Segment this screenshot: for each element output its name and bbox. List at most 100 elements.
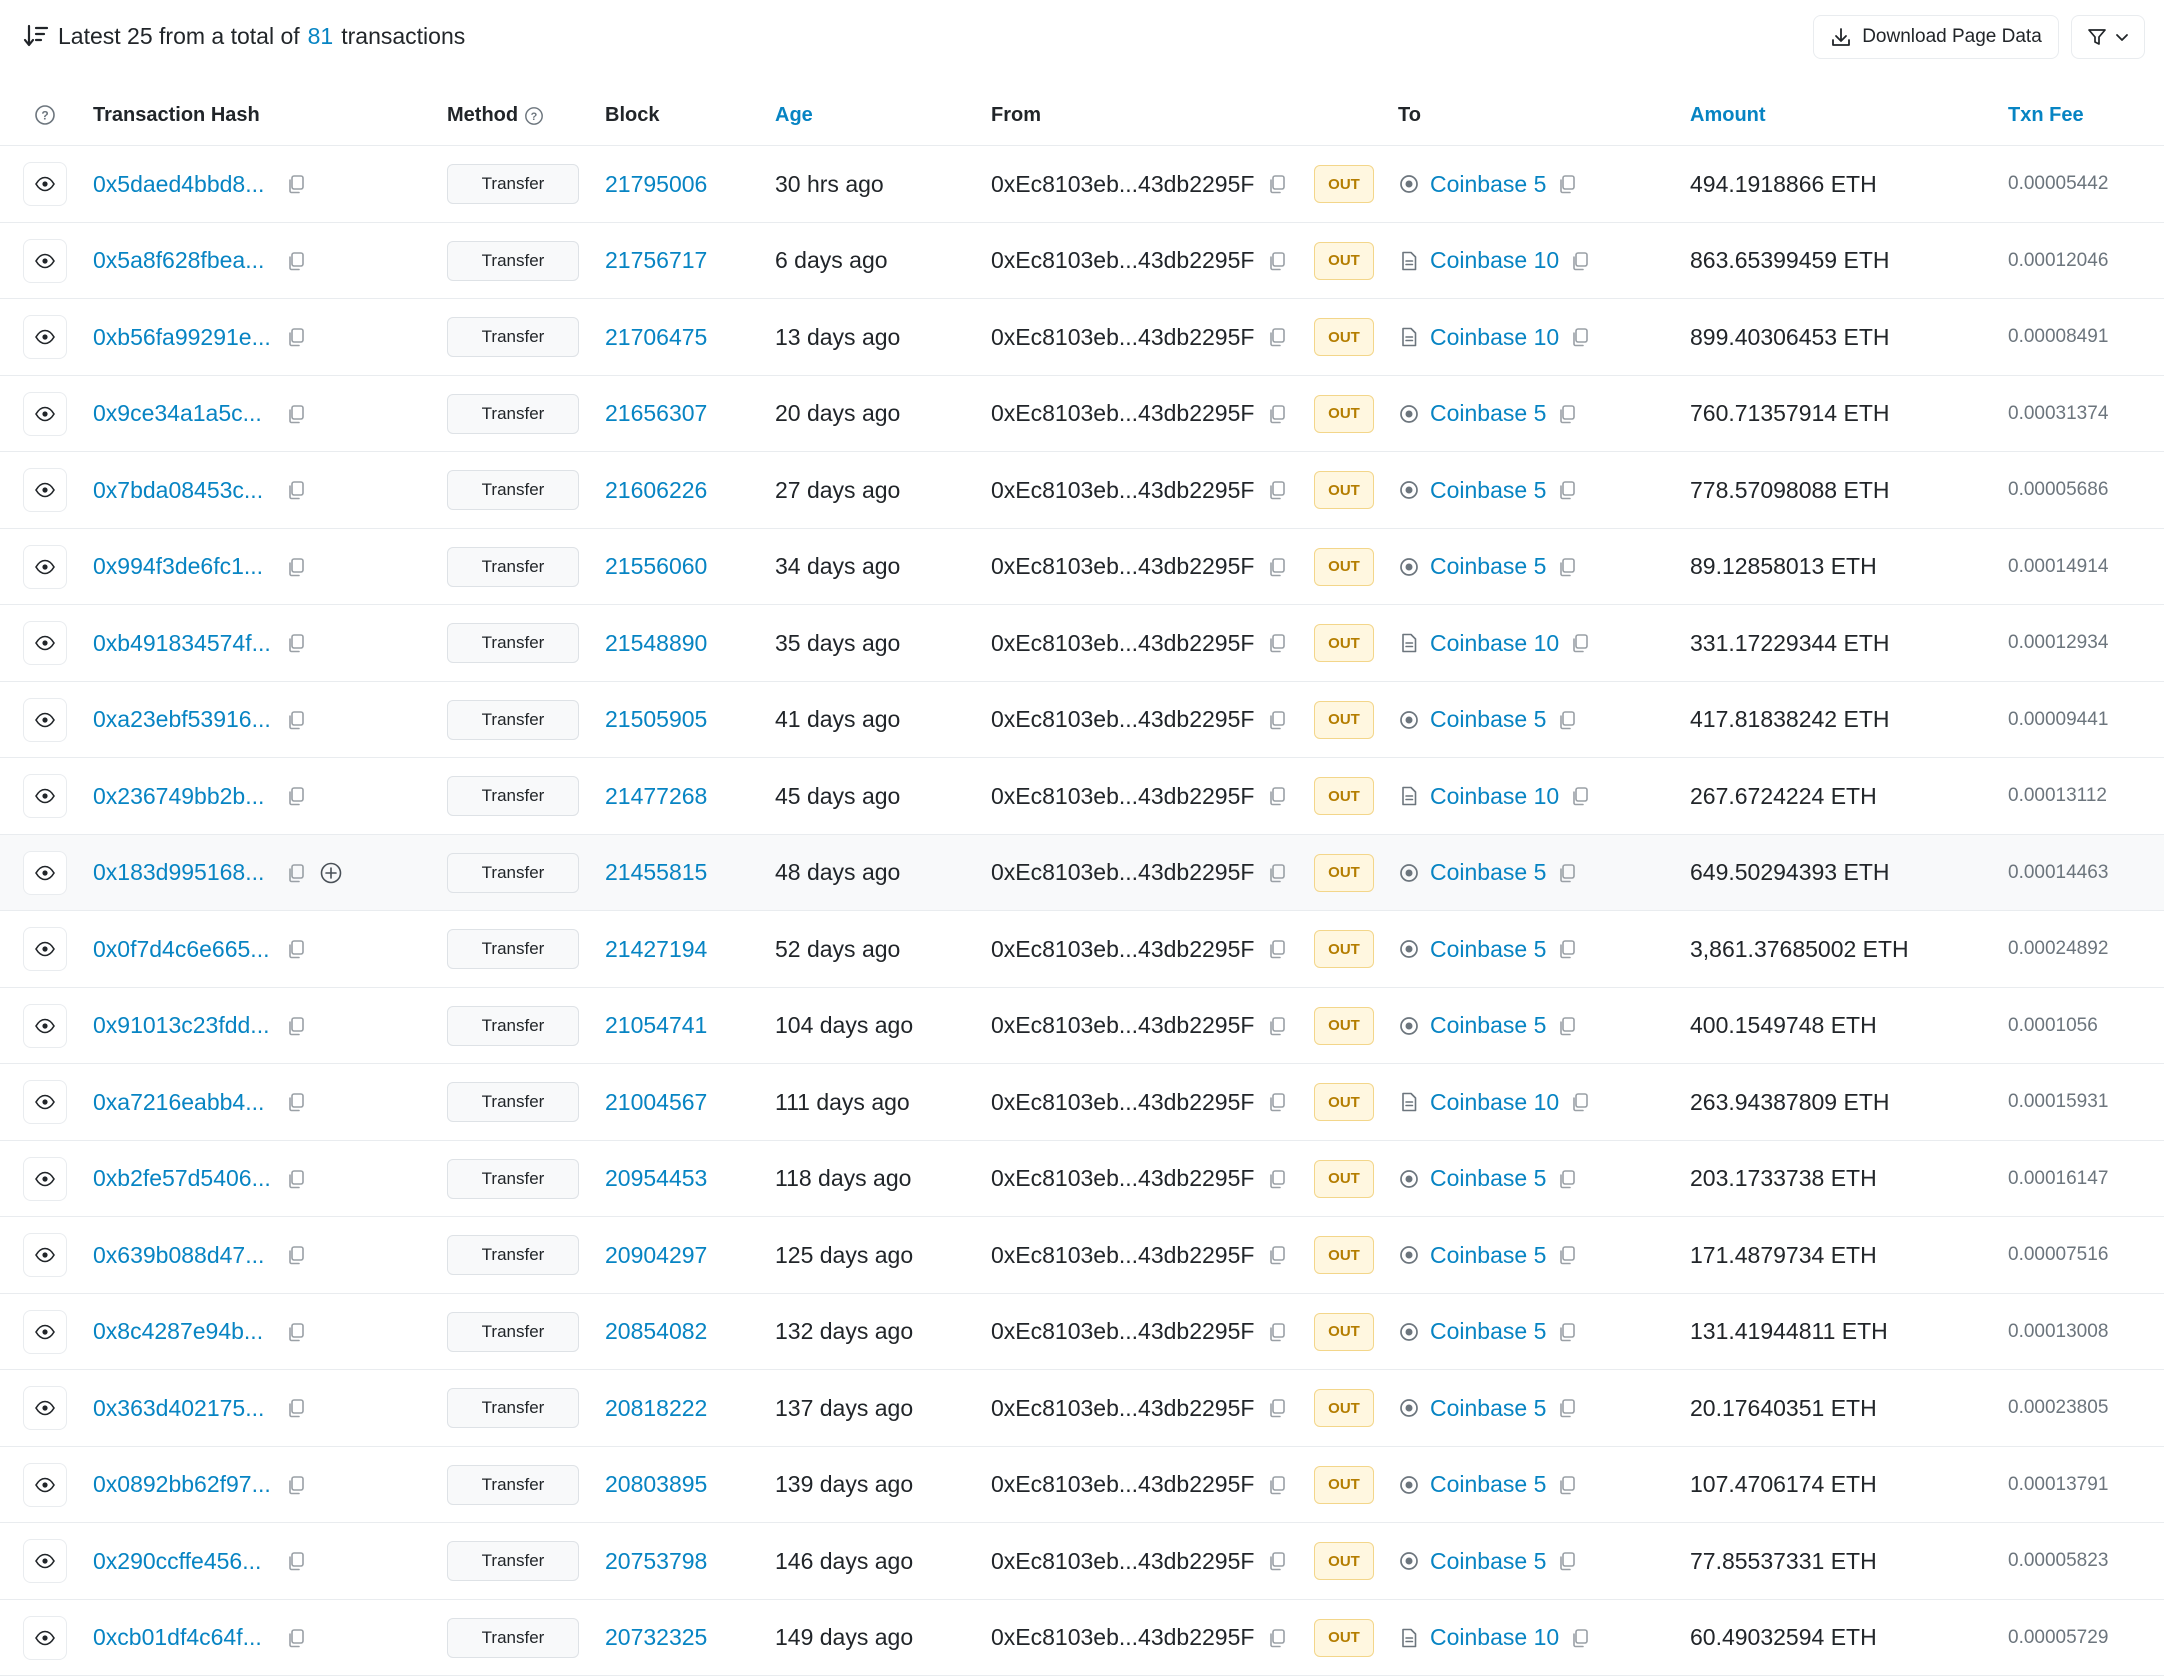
- copy-icon[interactable]: [1266, 709, 1288, 731]
- copy-icon[interactable]: [1556, 938, 1578, 960]
- copy-icon[interactable]: [1266, 1168, 1288, 1190]
- to-address-link[interactable]: Coinbase 5: [1430, 1548, 1546, 1575]
- transaction-hash-link[interactable]: 0x7bda08453c...: [93, 477, 273, 504]
- preview-button[interactable]: [23, 1080, 67, 1124]
- transaction-hash-link[interactable]: 0xb56fa99291e...: [93, 324, 273, 351]
- transaction-hash-link[interactable]: 0x363d402175...: [93, 1395, 273, 1422]
- preview-button[interactable]: [23, 850, 67, 895]
- block-number-link[interactable]: 21606226: [605, 452, 707, 528]
- preview-button[interactable]: [23, 391, 67, 436]
- copy-icon[interactable]: [1266, 1474, 1288, 1496]
- copy-icon[interactable]: [285, 862, 307, 884]
- to-address-link[interactable]: Coinbase 10: [1430, 1624, 1559, 1651]
- copy-icon[interactable]: [285, 173, 307, 195]
- preview-button[interactable]: [23, 774, 67, 818]
- block-number-link[interactable]: 21556060: [605, 529, 707, 605]
- copy-icon[interactable]: [1266, 1015, 1288, 1037]
- to-address-link[interactable]: Coinbase 10: [1430, 324, 1559, 351]
- block-number-link[interactable]: 21706475: [605, 299, 707, 375]
- copy-icon[interactable]: [1266, 632, 1288, 654]
- preview-button[interactable]: [23, 927, 67, 971]
- to-address-link[interactable]: Coinbase 5: [1430, 171, 1546, 198]
- copy-icon[interactable]: [285, 403, 307, 425]
- copy-icon[interactable]: [285, 1627, 307, 1649]
- copy-icon[interactable]: [1556, 173, 1578, 195]
- to-address-link[interactable]: Coinbase 5: [1430, 936, 1546, 963]
- filter-dropdown-button[interactable]: [2071, 15, 2145, 59]
- transaction-hash-link[interactable]: 0xa23ebf53916...: [93, 706, 273, 733]
- question-circle-icon[interactable]: ?: [524, 106, 544, 126]
- block-number-link[interactable]: 21477268: [605, 758, 707, 834]
- copy-icon[interactable]: [1266, 556, 1288, 578]
- copy-icon[interactable]: [1266, 173, 1288, 195]
- block-number-link[interactable]: 20954453: [605, 1141, 707, 1217]
- to-address-link[interactable]: Coinbase 5: [1430, 706, 1546, 733]
- block-number-link[interactable]: 20904297: [605, 1217, 707, 1293]
- preview-button[interactable]: [23, 1309, 67, 1354]
- transaction-hash-link[interactable]: 0x0f7d4c6e665...: [93, 936, 273, 963]
- transaction-hash-link[interactable]: 0xb2fe57d5406...: [93, 1165, 273, 1192]
- copy-icon[interactable]: [1556, 403, 1578, 425]
- preview-button[interactable]: [23, 1615, 67, 1660]
- copy-icon[interactable]: [1266, 479, 1288, 501]
- transaction-hash-link[interactable]: 0xb491834574f...: [93, 630, 273, 657]
- copy-icon[interactable]: [1569, 632, 1591, 654]
- copy-icon[interactable]: [285, 479, 307, 501]
- copy-icon[interactable]: [1556, 1474, 1578, 1496]
- block-number-link[interactable]: 21004567: [605, 1064, 707, 1140]
- copy-icon[interactable]: [1556, 1550, 1578, 1572]
- copy-icon[interactable]: [1556, 556, 1578, 578]
- copy-icon[interactable]: [1266, 1244, 1288, 1266]
- copy-icon[interactable]: [1556, 1015, 1578, 1037]
- preview-button[interactable]: [23, 621, 67, 665]
- copy-icon[interactable]: [285, 1474, 307, 1496]
- to-address-link[interactable]: Coinbase 5: [1430, 1242, 1546, 1269]
- copy-icon[interactable]: [1266, 862, 1288, 884]
- transaction-hash-link[interactable]: 0x236749bb2b...: [93, 783, 273, 810]
- copy-icon[interactable]: [1556, 479, 1578, 501]
- block-number-link[interactable]: 21795006: [605, 146, 707, 222]
- preview-button[interactable]: [23, 1003, 67, 1048]
- to-address-link[interactable]: Coinbase 5: [1430, 1395, 1546, 1422]
- transaction-hash-link[interactable]: 0xa7216eabb4...: [93, 1089, 273, 1116]
- header-amount[interactable]: Amount: [1690, 104, 1766, 127]
- copy-icon[interactable]: [1266, 250, 1288, 272]
- download-page-data-button[interactable]: Download Page Data: [1813, 15, 2059, 59]
- to-address-link[interactable]: Coinbase 5: [1430, 1012, 1546, 1039]
- copy-icon[interactable]: [1266, 1550, 1288, 1572]
- copy-icon[interactable]: [1266, 1091, 1288, 1113]
- block-number-link[interactable]: 20803895: [605, 1447, 707, 1523]
- copy-icon[interactable]: [285, 250, 307, 272]
- block-number-link[interactable]: 21505905: [605, 682, 707, 758]
- preview-button[interactable]: [23, 315, 67, 359]
- to-address-link[interactable]: Coinbase 10: [1430, 247, 1559, 274]
- copy-icon[interactable]: [1569, 1627, 1591, 1649]
- transaction-hash-link[interactable]: 0x91013c23fdd...: [93, 1012, 273, 1039]
- preview-button[interactable]: [23, 1462, 67, 1507]
- to-address-link[interactable]: Coinbase 5: [1430, 1471, 1546, 1498]
- copy-icon[interactable]: [285, 632, 307, 654]
- to-address-link[interactable]: Coinbase 5: [1430, 400, 1546, 427]
- header-txn-fee[interactable]: Txn Fee: [2008, 104, 2084, 127]
- copy-icon[interactable]: [1266, 1397, 1288, 1419]
- copy-icon[interactable]: [1569, 250, 1591, 272]
- copy-icon[interactable]: [1569, 785, 1591, 807]
- block-number-link[interactable]: 20753798: [605, 1523, 707, 1599]
- copy-icon[interactable]: [1266, 403, 1288, 425]
- header-age[interactable]: Age: [775, 104, 813, 127]
- copy-icon[interactable]: [285, 1168, 307, 1190]
- preview-button[interactable]: [23, 544, 67, 589]
- copy-icon[interactable]: [285, 1550, 307, 1572]
- copy-icon[interactable]: [1556, 1244, 1578, 1266]
- block-number-link[interactable]: 21656307: [605, 376, 707, 452]
- block-number-link[interactable]: 21548890: [605, 605, 707, 681]
- copy-icon[interactable]: [285, 1244, 307, 1266]
- block-number-link[interactable]: 21427194: [605, 911, 707, 987]
- copy-icon[interactable]: [1556, 862, 1578, 884]
- preview-button[interactable]: [23, 1156, 67, 1201]
- add-note-icon[interactable]: [319, 861, 343, 885]
- to-address-link[interactable]: Coinbase 5: [1430, 553, 1546, 580]
- block-number-link[interactable]: 20854082: [605, 1294, 707, 1370]
- sort-descending-icon[interactable]: [22, 22, 50, 50]
- transaction-hash-link[interactable]: 0x5a8f628fbea...: [93, 247, 273, 274]
